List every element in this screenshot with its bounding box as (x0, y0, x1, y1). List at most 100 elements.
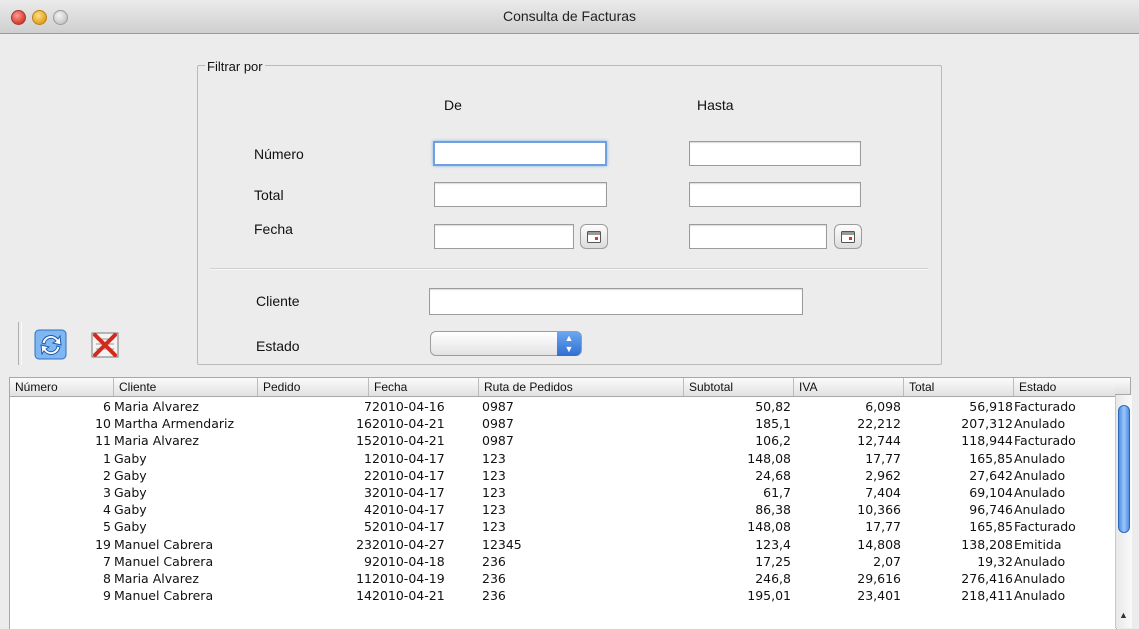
cell-numero: 2 (103, 467, 111, 483)
column-header-pedido[interactable]: Pedido (258, 378, 369, 396)
cell-estado: Anulado (1014, 553, 1066, 569)
table-row[interactable]: 3 Gaby 3 2010-04-17 123 61,7 7,404 69,104 Anulad… (10, 484, 1116, 501)
table-row[interactable]: 1 Gaby 1 2010-04-17 123 148,08 17,77 165,85 Anul… (10, 450, 1116, 467)
cell-subtotal: 106,2 (755, 433, 791, 449)
table-row[interactable]: 11 Maria Alvarez 15 2010-04-21 0987 106,2 12,7… (10, 432, 1116, 449)
fecha-to-input[interactable] (689, 224, 827, 249)
cell-iva: 17,77 (865, 450, 901, 466)
cell-iva: 29,616 (857, 571, 901, 586)
cell-estado: Anulado (1014, 416, 1066, 432)
table-row[interactable]: 2 Gaby 2 2010-04-17 123 24,68 2,962 27,642 Anula… (10, 467, 1116, 484)
cliente-input[interactable] (429, 288, 803, 315)
clear-filter-button[interactable] (87, 327, 123, 363)
cell-total: 19,32 (977, 553, 1013, 569)
numero-to-input[interactable] (689, 141, 861, 166)
column-header-cliente[interactable]: Cliente (114, 378, 258, 396)
cell-total: 165,85 (969, 450, 1013, 466)
cell-fecha: 2010-04-17 (372, 519, 445, 535)
cell-total: 56,918 (969, 399, 1013, 414)
cell-numero: 8 (103, 571, 111, 586)
cell-estado: Anulado (1014, 485, 1066, 500)
column-header-subtotal[interactable]: Subtotal (684, 378, 794, 396)
from-column-label: De (444, 97, 462, 113)
cell-cliente: Manuel Cabrera (114, 588, 214, 604)
total-to-input[interactable] (689, 182, 861, 207)
cliente-label: Cliente (256, 293, 300, 309)
cell-subtotal: 50,82 (755, 399, 791, 414)
table-row[interactable]: 10 Martha Armendariz 16 2010-04-21 0987 185,1… (10, 415, 1116, 432)
scrollbar-thumb[interactable] (1118, 405, 1130, 533)
cell-pedido: 7 (364, 399, 372, 414)
refresh-button[interactable] (33, 327, 69, 363)
cell-fecha: 2010-04-27 (372, 536, 445, 552)
cell-cliente: Maria Alvarez (114, 433, 199, 449)
table-row[interactable]: 19 Manuel Cabrera 23 2010-04-27 12345 123,4 14… (10, 536, 1116, 553)
estado-select[interactable]: ▲ ▼ (430, 331, 582, 356)
clear-filter-icon (91, 332, 119, 358)
table-header-corner (1115, 377, 1131, 395)
numero-from-input[interactable] (433, 141, 607, 166)
fecha-from-calendar-button[interactable] (580, 224, 608, 249)
cell-total: 165,85 (969, 519, 1013, 535)
cell-pedido: 3 (364, 485, 372, 500)
cell-numero: 19 (95, 536, 111, 552)
column-header-numero[interactable]: Número (10, 378, 114, 396)
cell-subtotal: 86,38 (755, 502, 791, 518)
cell-total: 276,416 (961, 571, 1013, 586)
cell-fecha: 2010-04-21 (372, 416, 445, 432)
vertical-scrollbar[interactable]: ▲ (1115, 395, 1132, 628)
column-header-ruta[interactable]: Ruta de Pedidos (479, 378, 684, 396)
cell-ruta: 123 (482, 519, 506, 535)
total-label: Total (254, 187, 284, 203)
column-header-fecha[interactable]: Fecha (369, 378, 479, 396)
table-row[interactable]: 9 Manuel Cabrera 14 2010-04-21 236 195,01 23,4… (10, 587, 1116, 604)
cell-pedido: 5 (364, 519, 372, 535)
cell-iva: 17,77 (865, 519, 901, 535)
cell-estado: Anulado (1014, 571, 1066, 586)
table-row[interactable]: 4 Gaby 4 2010-04-17 123 86,38 10,366 96,746 Anul… (10, 501, 1116, 518)
table-row[interactable]: 8 Maria Alvarez 11 2010-04-19 236 246,8 29,616… (10, 570, 1116, 587)
cell-subtotal: 246,8 (755, 571, 791, 586)
cell-pedido: 2 (364, 467, 372, 483)
cell-cliente: Manuel Cabrera (114, 553, 214, 569)
cell-ruta: 236 (482, 588, 506, 604)
cell-subtotal: 17,25 (755, 553, 791, 569)
calendar-icon (587, 231, 601, 243)
column-header-iva[interactable]: IVA (794, 378, 904, 396)
cell-ruta: 0987 (482, 416, 514, 432)
cell-ruta: 123 (482, 467, 506, 483)
cell-iva: 12,744 (857, 433, 901, 449)
table-row[interactable]: 7 Manuel Cabrera 9 2010-04-18 236 17,25 2,07 19… (10, 553, 1116, 570)
cell-fecha: 2010-04-21 (372, 433, 445, 449)
cell-numero: 5 (103, 519, 111, 535)
cell-cliente: Gaby (114, 519, 147, 535)
filter-group (197, 65, 942, 365)
cell-numero: 10 (95, 416, 111, 432)
cell-fecha: 2010-04-19 (372, 571, 445, 586)
cell-total: 138,208 (961, 536, 1013, 552)
cell-iva: 22,212 (857, 416, 901, 432)
cell-estado: Facturado (1014, 519, 1076, 535)
fecha-from-input[interactable] (434, 224, 574, 249)
cell-cliente: Martha Armendariz (114, 416, 235, 432)
cell-estado: Anulado (1014, 502, 1066, 518)
table-row[interactable]: 5 Gaby 5 2010-04-17 123 148,08 17,77 165,85 Fact… (10, 518, 1116, 535)
total-from-input[interactable] (434, 182, 607, 207)
column-header-estado[interactable]: Estado (1014, 378, 1116, 396)
cell-fecha: 2010-04-21 (372, 588, 445, 604)
cell-pedido: 16 (356, 416, 372, 432)
toolbar-grip[interactable] (18, 322, 22, 365)
cell-iva: 6,098 (865, 399, 901, 414)
fecha-to-calendar-button[interactable] (834, 224, 862, 249)
table-header: Número Cliente Pedido Fecha Ruta de Pedi… (10, 378, 1116, 397)
invoices-table[interactable]: Número Cliente Pedido Fecha Ruta de Pedi… (9, 377, 1117, 629)
scroll-up-arrow-icon[interactable]: ▲ (1119, 610, 1128, 620)
cell-numero: 4 (103, 502, 111, 518)
table-row[interactable]: 6 Maria Alvarez 7 2010-04-16 0987 50,82 6,098 5… (10, 398, 1116, 415)
cell-ruta: 12345 (482, 536, 522, 552)
fecha-label: Fecha (254, 221, 293, 237)
cell-iva: 14,808 (857, 536, 901, 552)
column-header-total[interactable]: Total (904, 378, 1014, 396)
cell-estado: Emitida (1014, 536, 1062, 552)
to-column-label: Hasta (697, 97, 734, 113)
